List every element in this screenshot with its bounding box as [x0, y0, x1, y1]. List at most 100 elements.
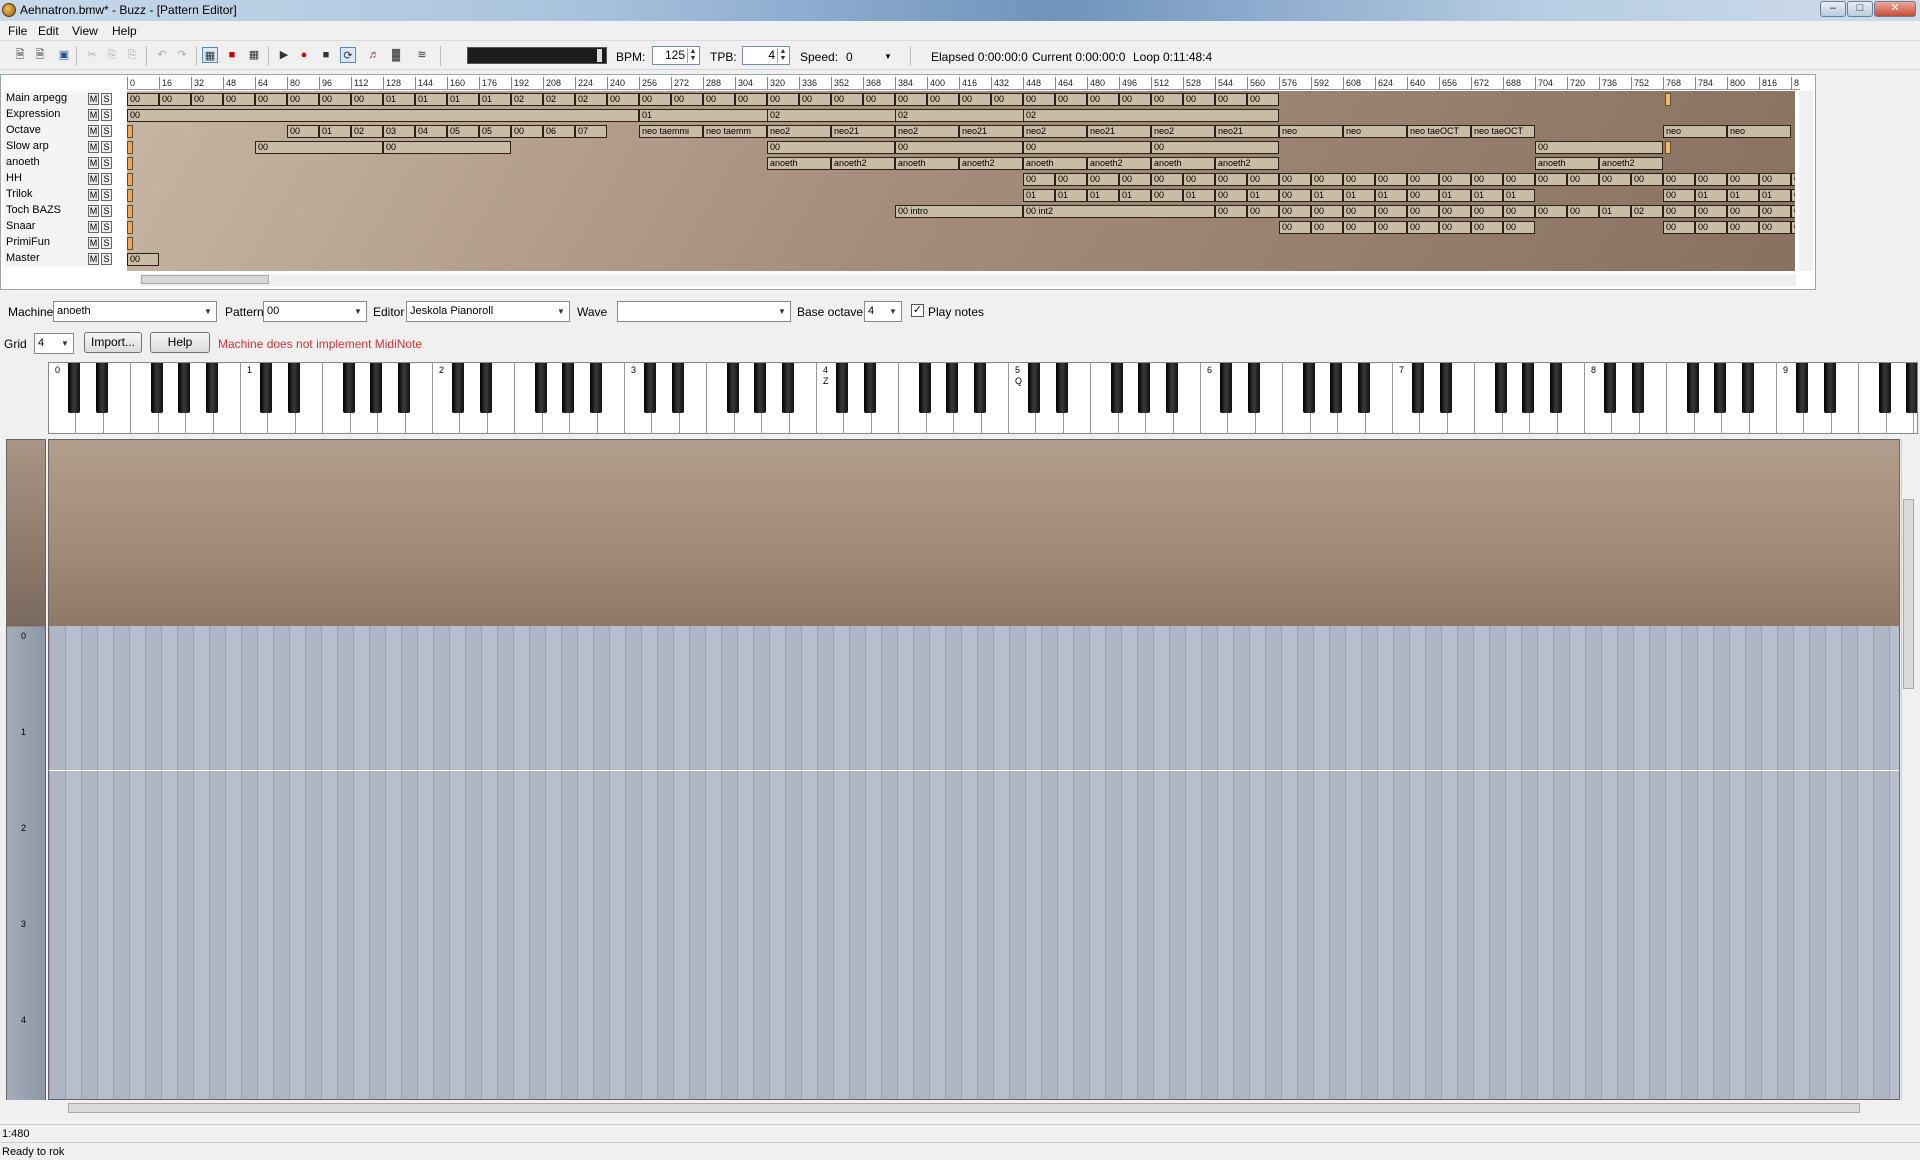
pattern-cell[interactable]: 00 — [1407, 173, 1439, 186]
piano-keyboard[interactable]: 0 1 2 3 4 5 6 7 8 9 Z Q — [48, 362, 1918, 434]
track-name[interactable]: Master — [6, 252, 40, 265]
pattern-cell[interactable]: anoeth2 — [959, 157, 1023, 170]
black-key[interactable] — [1906, 363, 1917, 413]
pattern-cell[interactable]: 00 — [1503, 173, 1535, 186]
track-name[interactable]: Main arpegg — [6, 92, 67, 105]
black-key[interactable] — [1878, 363, 1891, 413]
pattern-cell[interactable]: neo — [1663, 125, 1727, 138]
pattern-cell[interactable]: 02 — [351, 125, 383, 138]
black-key[interactable] — [781, 363, 794, 413]
solo-button[interactable]: S — [101, 237, 112, 249]
pattern-cell[interactable]: 00 — [799, 93, 831, 106]
pattern-cell[interactable]: 00 — [1407, 205, 1439, 218]
black-key[interactable] — [918, 363, 931, 413]
pattern-cell[interactable]: 00 — [959, 93, 991, 106]
ruler-tick[interactable]: 96 — [319, 77, 351, 89]
pattern-cell[interactable]: 07 — [575, 125, 607, 138]
black-key[interactable] — [1686, 363, 1699, 413]
white-key[interactable] — [487, 363, 516, 433]
pattern-cell[interactable]: 01 — [1055, 189, 1087, 202]
pattern-cell[interactable]: 00 — [1695, 205, 1727, 218]
black-key[interactable] — [946, 363, 959, 413]
black-key[interactable] — [562, 363, 575, 413]
ruler-tick[interactable]: 512 — [1151, 77, 1183, 89]
slider-knob[interactable] — [597, 49, 602, 62]
pattern-cell[interactable]: 01 — [1471, 189, 1503, 202]
mute-button[interactable]: M — [88, 157, 99, 169]
ruler-tick[interactable]: 400 — [927, 77, 959, 89]
ruler-tick[interactable]: 272 — [671, 77, 703, 89]
black-key[interactable] — [1110, 363, 1123, 413]
pattern-cell[interactable]: 01 — [1503, 189, 1535, 202]
pattern-cell[interactable]: 00 — [1183, 173, 1215, 186]
mute-button[interactable]: M — [88, 141, 99, 153]
pattern-cell[interactable]: 00 — [1503, 221, 1535, 234]
pattern-cell[interactable]: 00 — [1119, 93, 1151, 106]
pattern-cell[interactable]: 00 — [1663, 221, 1695, 234]
sequence-horizontal-scrollbar[interactable] — [140, 274, 1796, 286]
roll-horizontal-scrollbar[interactable] — [48, 1102, 1900, 1115]
ruler-tick[interactable]: 320 — [767, 77, 799, 89]
pattern-cell[interactable]: 01 — [1695, 189, 1727, 202]
pattern-cell[interactable]: neo21 — [1087, 125, 1151, 138]
pattern-cell[interactable]: 00 — [1023, 173, 1055, 186]
white-key[interactable] — [405, 363, 433, 433]
pattern-cell[interactable]: neo21 — [1215, 125, 1279, 138]
pattern-cell[interactable]: 00 — [319, 93, 351, 106]
ruler-tick[interactable]: 496 — [1119, 77, 1151, 89]
pattern-cell[interactable]: 00 — [1151, 141, 1279, 154]
ruler-tick[interactable]: 432 — [991, 77, 1023, 89]
pattern-cell[interactable]: 00 — [1087, 93, 1119, 106]
pattern-cell[interactable]: 00 — [1375, 173, 1407, 186]
black-key[interactable] — [95, 363, 108, 413]
track-name[interactable]: PrimiFun — [6, 236, 50, 249]
mute-button[interactable]: M — [88, 173, 99, 185]
black-key[interactable] — [754, 363, 767, 413]
piano-roll-grid[interactable] — [48, 439, 1900, 1100]
pattern-cell[interactable]: 0 — [1791, 205, 1795, 218]
menu-file[interactable]: File — [8, 24, 27, 38]
ruler-tick[interactable]: 48 — [223, 77, 255, 89]
sequence-ruler[interactable]: 0 16 32 48 64 80 96 112 128 144 160 176 192 208 224 240… — [127, 77, 1800, 90]
pattern-cell[interactable]: 01 — [1183, 189, 1215, 202]
black-key[interactable] — [534, 363, 547, 413]
save-icon[interactable]: ▣ — [56, 47, 72, 63]
black-key[interactable] — [1220, 363, 1233, 413]
pattern-cell[interactable]: 01 — [1343, 189, 1375, 202]
pattern-cell[interactable]: 00 — [1343, 205, 1375, 218]
pattern-cell[interactable]: 00 — [639, 93, 671, 106]
pattern-cell[interactable]: 00 — [1407, 221, 1439, 234]
pattern-cell[interactable]: 00 — [767, 93, 799, 106]
ruler-tick[interactable]: 208 — [543, 77, 575, 89]
pattern-cell[interactable]: 00 — [1247, 93, 1279, 106]
pattern-cell[interactable]: 00 — [1343, 173, 1375, 186]
pattern-cell[interactable]: 00 — [1471, 205, 1503, 218]
white-key[interactable] — [295, 363, 324, 433]
pattern-cell[interactable]: 00 — [1727, 173, 1759, 186]
pattern-cell[interactable]: 00 — [1535, 205, 1567, 218]
copy-icon[interactable]: ⎘ — [104, 47, 120, 63]
ruler-tick[interactable]: 672 — [1471, 77, 1503, 89]
mute-button[interactable]: M — [88, 109, 99, 121]
ruler-tick[interactable]: 384 — [895, 77, 927, 89]
sequence-grid[interactable]: 00 00 00 00 00 00 00 00 01 01 01 01 02 02 02 00 00 00 00 00… — [127, 91, 1795, 271]
black-key[interactable] — [1439, 363, 1452, 413]
pattern-cell[interactable]: 00 — [511, 125, 543, 138]
pattern-cell[interactable]: 0 — [1791, 189, 1795, 202]
solo-button[interactable]: S — [101, 189, 112, 201]
pattern-cell[interactable]: anoeth — [767, 157, 831, 170]
pattern-cell[interactable]: 00 — [191, 93, 223, 106]
machine-select[interactable]: anoeth ▼ — [53, 301, 217, 322]
track-name[interactable]: Slow arp — [6, 140, 49, 153]
pattern-cell[interactable]: 00 — [287, 93, 319, 106]
pattern-cell[interactable]: 00 — [1663, 205, 1695, 218]
pattern-cell[interactable]: 00 — [1727, 205, 1759, 218]
pattern-cell[interactable]: 00 — [927, 93, 959, 106]
pattern-cell[interactable]: 00 — [991, 93, 1023, 106]
black-key[interactable] — [1714, 363, 1727, 413]
black-key[interactable] — [1796, 363, 1809, 413]
solo-button[interactable]: S — [101, 221, 112, 233]
scroll-thumb[interactable] — [141, 275, 269, 284]
black-key[interactable] — [397, 363, 410, 413]
import-button[interactable]: Import... — [84, 332, 142, 353]
